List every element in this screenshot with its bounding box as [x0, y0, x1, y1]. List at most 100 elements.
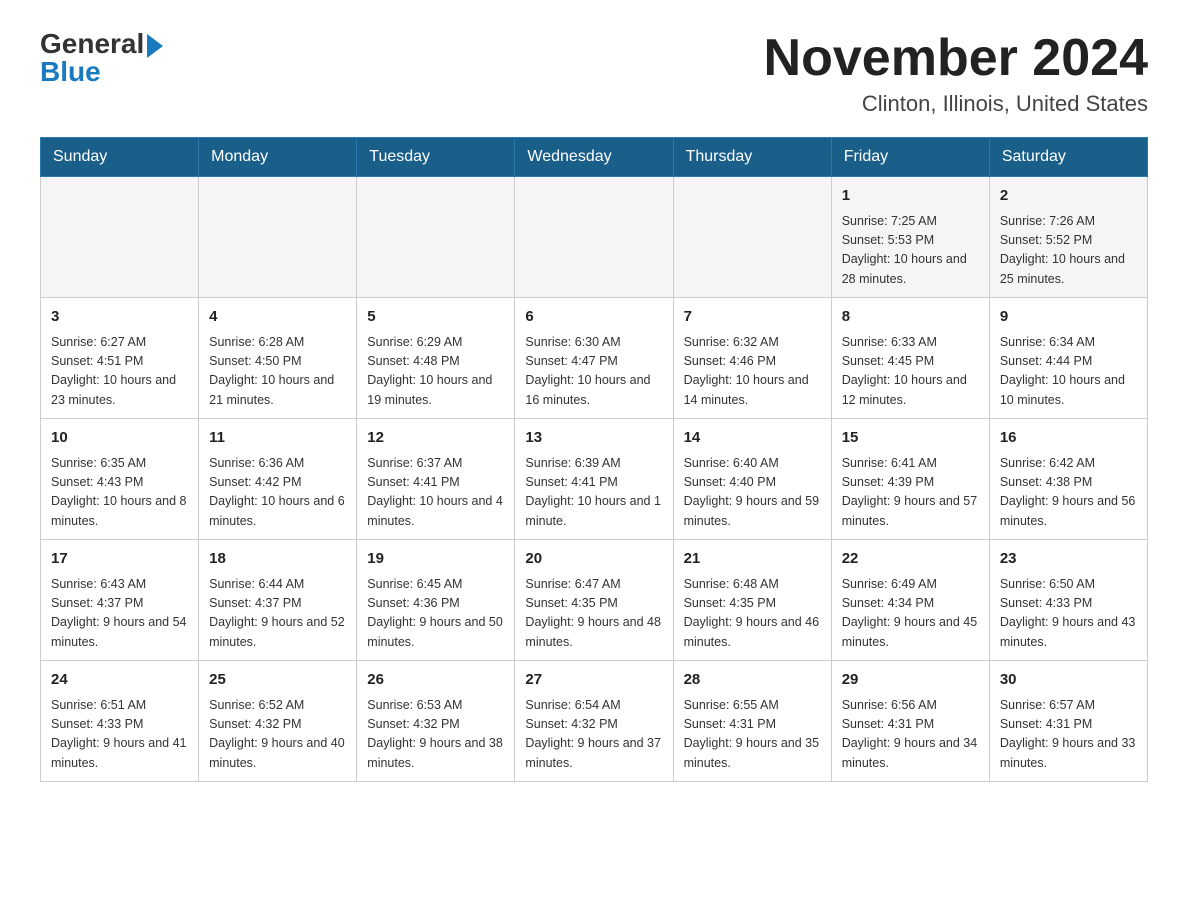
day-number: 7 — [684, 306, 821, 329]
day-info: Sunrise: 6:32 AM Sunset: 4:46 PM Dayligh… — [684, 333, 821, 411]
day-info: Sunrise: 6:37 AM Sunset: 4:41 PM Dayligh… — [367, 454, 504, 532]
day-info: Sunrise: 7:26 AM Sunset: 5:52 PM Dayligh… — [1000, 212, 1137, 290]
calendar-cell: 9 Sunrise: 6:34 AM Sunset: 4:44 PM Daylig… — [989, 298, 1147, 419]
logo-general-text: General — [40, 30, 144, 58]
day-info: Sunrise: 6:48 AM Sunset: 4:35 PM Dayligh… — [684, 575, 821, 653]
day-number: 14 — [684, 427, 821, 450]
day-info: Sunrise: 6:28 AM Sunset: 4:50 PM Dayligh… — [209, 333, 346, 411]
day-info: Sunrise: 6:33 AM Sunset: 4:45 PM Dayligh… — [842, 333, 979, 411]
day-number: 3 — [51, 306, 188, 329]
month-title: November 2024 — [764, 30, 1148, 87]
calendar-week-row: 1 Sunrise: 7:25 AM Sunset: 5:53 PM Daylig… — [41, 177, 1148, 298]
logo-arrow-icon — [147, 34, 163, 58]
day-number: 26 — [367, 669, 504, 692]
day-info: Sunrise: 6:50 AM Sunset: 4:33 PM Dayligh… — [1000, 575, 1137, 653]
day-number: 10 — [51, 427, 188, 450]
day-info: Sunrise: 6:27 AM Sunset: 4:51 PM Dayligh… — [51, 333, 188, 411]
day-number: 28 — [684, 669, 821, 692]
calendar-cell: 11 Sunrise: 6:36 AM Sunset: 4:42 PM Dayli… — [199, 419, 357, 540]
calendar-cell: 5 Sunrise: 6:29 AM Sunset: 4:48 PM Daylig… — [357, 298, 515, 419]
page-header: General Blue November 2024 Clinton, Illi… — [40, 30, 1148, 117]
day-number: 2 — [1000, 185, 1137, 208]
day-number: 5 — [367, 306, 504, 329]
day-info: Sunrise: 6:34 AM Sunset: 4:44 PM Dayligh… — [1000, 333, 1137, 411]
day-number: 1 — [842, 185, 979, 208]
calendar-cell — [673, 177, 831, 298]
day-number: 12 — [367, 427, 504, 450]
day-number: 9 — [1000, 306, 1137, 329]
calendar-cell: 18Sunrise: 6:44 AM Sunset: 4:37 PM Dayli… — [199, 540, 357, 661]
calendar-cell: 7 Sunrise: 6:32 AM Sunset: 4:46 PM Daylig… — [673, 298, 831, 419]
calendar-cell: 14 Sunrise: 6:40 AM Sunset: 4:40 PM Dayli… — [673, 419, 831, 540]
calendar-cell: 22Sunrise: 6:49 AM Sunset: 4:34 PM Dayli… — [831, 540, 989, 661]
calendar-cell: 4 Sunrise: 6:28 AM Sunset: 4:50 PM Daylig… — [199, 298, 357, 419]
calendar-table: SundayMondayTuesdayWednesdayThursdayFrid… — [40, 137, 1148, 782]
weekday-header-monday: Monday — [199, 138, 357, 177]
day-number: 25 — [209, 669, 346, 692]
day-number: 4 — [209, 306, 346, 329]
day-info: Sunrise: 6:40 AM Sunset: 4:40 PM Dayligh… — [684, 454, 821, 532]
calendar-cell: 17 Sunrise: 6:43 AM Sunset: 4:37 PM Dayli… — [41, 540, 199, 661]
calendar-cell: 8 Sunrise: 6:33 AM Sunset: 4:45 PM Daylig… — [831, 298, 989, 419]
calendar-cell: 27 Sunrise: 6:54 AM Sunset: 4:32 PM Dayli… — [515, 661, 673, 782]
calendar-week-row: 3 Sunrise: 6:27 AM Sunset: 4:51 PM Daylig… — [41, 298, 1148, 419]
calendar-cell: 25 Sunrise: 6:52 AM Sunset: 4:32 PM Dayli… — [199, 661, 357, 782]
day-info: Sunrise: 6:36 AM Sunset: 4:42 PM Dayligh… — [209, 454, 346, 532]
title-block: November 2024 Clinton, Illinois, United … — [764, 30, 1148, 117]
calendar-cell: 28Sunrise: 6:55 AM Sunset: 4:31 PM Dayli… — [673, 661, 831, 782]
calendar-cell — [357, 177, 515, 298]
day-info: Sunrise: 6:30 AM Sunset: 4:47 PM Dayligh… — [525, 333, 662, 411]
calendar-cell: 15Sunrise: 6:41 AM Sunset: 4:39 PM Dayli… — [831, 419, 989, 540]
day-info: Sunrise: 6:52 AM Sunset: 4:32 PM Dayligh… — [209, 696, 346, 774]
day-number: 17 — [51, 548, 188, 571]
day-info: Sunrise: 6:41 AM Sunset: 4:39 PM Dayligh… — [842, 454, 979, 532]
day-number: 16 — [1000, 427, 1137, 450]
day-info: Sunrise: 6:42 AM Sunset: 4:38 PM Dayligh… — [1000, 454, 1137, 532]
calendar-cell: 24 Sunrise: 6:51 AM Sunset: 4:33 PM Dayli… — [41, 661, 199, 782]
calendar-cell: 30 Sunrise: 6:57 AM Sunset: 4:31 PM Dayli… — [989, 661, 1147, 782]
day-info: Sunrise: 6:47 AM Sunset: 4:35 PM Dayligh… — [525, 575, 662, 653]
day-number: 22 — [842, 548, 979, 571]
day-info: Sunrise: 6:57 AM Sunset: 4:31 PM Dayligh… — [1000, 696, 1137, 774]
calendar-cell: 2 Sunrise: 7:26 AM Sunset: 5:52 PM Daylig… — [989, 177, 1147, 298]
logo-blue-text: Blue — [40, 58, 101, 86]
weekday-header-sunday: Sunday — [41, 138, 199, 177]
day-number: 24 — [51, 669, 188, 692]
logo: General Blue — [40, 30, 163, 86]
day-info: Sunrise: 7:25 AM Sunset: 5:53 PM Dayligh… — [842, 212, 979, 290]
day-info: Sunrise: 6:43 AM Sunset: 4:37 PM Dayligh… — [51, 575, 188, 653]
weekday-header-thursday: Thursday — [673, 138, 831, 177]
calendar-cell: 23 Sunrise: 6:50 AM Sunset: 4:33 PM Dayli… — [989, 540, 1147, 661]
day-number: 11 — [209, 427, 346, 450]
calendar-cell: 29Sunrise: 6:56 AM Sunset: 4:31 PM Dayli… — [831, 661, 989, 782]
calendar-cell: 3 Sunrise: 6:27 AM Sunset: 4:51 PM Daylig… — [41, 298, 199, 419]
calendar-cell: 10 Sunrise: 6:35 AM Sunset: 4:43 PM Dayli… — [41, 419, 199, 540]
day-info: Sunrise: 6:29 AM Sunset: 4:48 PM Dayligh… — [367, 333, 504, 411]
day-info: Sunrise: 6:44 AM Sunset: 4:37 PM Dayligh… — [209, 575, 346, 653]
calendar-cell: 16 Sunrise: 6:42 AM Sunset: 4:38 PM Dayli… — [989, 419, 1147, 540]
day-number: 23 — [1000, 548, 1137, 571]
day-number: 30 — [1000, 669, 1137, 692]
calendar-cell — [515, 177, 673, 298]
day-info: Sunrise: 6:53 AM Sunset: 4:32 PM Dayligh… — [367, 696, 504, 774]
calendar-cell: 1 Sunrise: 7:25 AM Sunset: 5:53 PM Daylig… — [831, 177, 989, 298]
location-text: Clinton, Illinois, United States — [764, 91, 1148, 117]
calendar-cell — [199, 177, 357, 298]
day-number: 29 — [842, 669, 979, 692]
day-number: 20 — [525, 548, 662, 571]
day-number: 6 — [525, 306, 662, 329]
weekday-header-tuesday: Tuesday — [357, 138, 515, 177]
calendar-cell: 6 Sunrise: 6:30 AM Sunset: 4:47 PM Daylig… — [515, 298, 673, 419]
day-info: Sunrise: 6:54 AM Sunset: 4:32 PM Dayligh… — [525, 696, 662, 774]
day-info: Sunrise: 6:39 AM Sunset: 4:41 PM Dayligh… — [525, 454, 662, 532]
calendar-cell: 20 Sunrise: 6:47 AM Sunset: 4:35 PM Dayli… — [515, 540, 673, 661]
calendar-week-row: 24 Sunrise: 6:51 AM Sunset: 4:33 PM Dayli… — [41, 661, 1148, 782]
day-info: Sunrise: 6:51 AM Sunset: 4:33 PM Dayligh… — [51, 696, 188, 774]
day-info: Sunrise: 6:45 AM Sunset: 4:36 PM Dayligh… — [367, 575, 504, 653]
calendar-cell: 26 Sunrise: 6:53 AM Sunset: 4:32 PM Dayli… — [357, 661, 515, 782]
weekday-header-row: SundayMondayTuesdayWednesdayThursdayFrid… — [41, 138, 1148, 177]
day-number: 8 — [842, 306, 979, 329]
day-info: Sunrise: 6:35 AM Sunset: 4:43 PM Dayligh… — [51, 454, 188, 532]
calendar-cell: 12 Sunrise: 6:37 AM Sunset: 4:41 PM Dayli… — [357, 419, 515, 540]
day-number: 27 — [525, 669, 662, 692]
